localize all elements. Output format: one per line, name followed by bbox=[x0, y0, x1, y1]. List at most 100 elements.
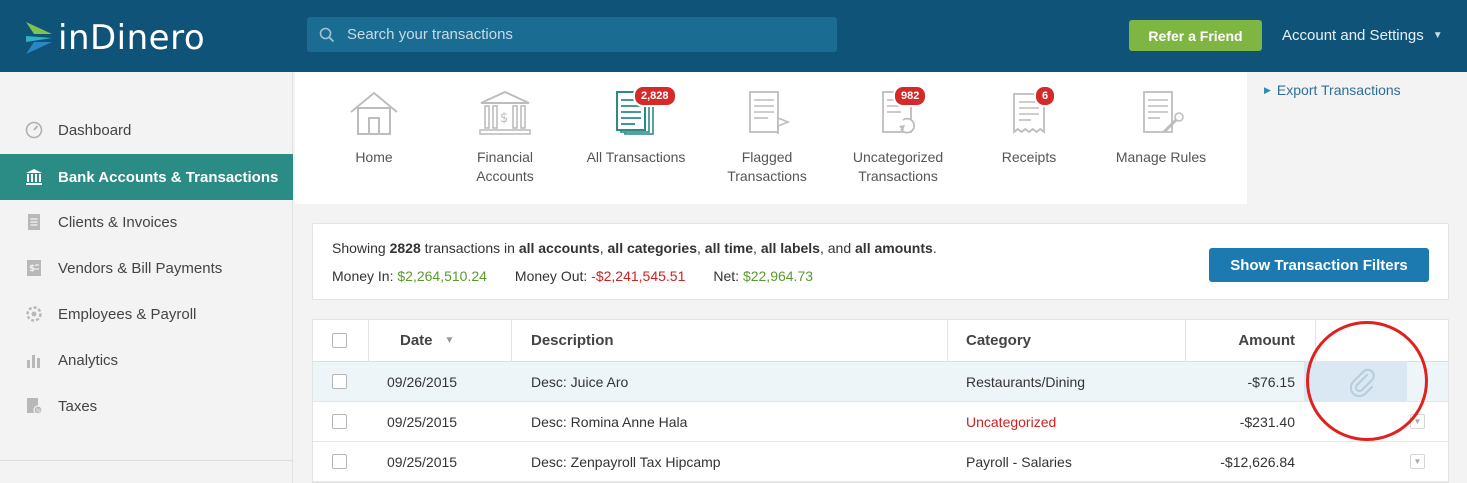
nav-tile-label: Financial bbox=[476, 149, 534, 165]
column-divider bbox=[368, 320, 369, 362]
nav-tile-label-line2: Transactions bbox=[727, 168, 807, 184]
nav-tile-receipts[interactable]: 6 Receipts bbox=[964, 85, 1094, 167]
account-settings-label: Account and Settings bbox=[1282, 27, 1424, 44]
amounts-filter-value: all amounts bbox=[855, 240, 933, 256]
nav-tile-label: Uncategorized bbox=[852, 149, 944, 165]
amount-column-header[interactable]: Amount bbox=[1185, 320, 1295, 361]
invoice-icon bbox=[24, 212, 44, 232]
refer-a-friend-button[interactable]: Refer a Friend bbox=[1129, 20, 1262, 51]
row-date: 09/25/2015 bbox=[387, 413, 458, 430]
select-all-checkbox[interactable] bbox=[332, 333, 347, 348]
flagged-document-icon bbox=[702, 88, 832, 136]
money-in-label: Money In: bbox=[332, 268, 398, 284]
row-category-uncategorized[interactable]: Uncategorized bbox=[966, 402, 1056, 441]
row-amount: -$12,626.84 bbox=[1220, 453, 1295, 470]
logo[interactable]: inDinero bbox=[24, 18, 205, 58]
sidebar-item-taxes[interactable]: % Taxes bbox=[0, 383, 293, 429]
export-transactions-label: Export Transactions bbox=[1276, 82, 1401, 98]
sidebar-item-label: Analytics bbox=[58, 351, 119, 369]
category-column-header[interactable]: Category bbox=[966, 320, 1031, 361]
nav-tile-financial-accounts[interactable]: $ Financial Accounts bbox=[440, 88, 570, 186]
column-divider bbox=[947, 320, 948, 362]
sidebar-item-analytics[interactable]: Analytics bbox=[0, 337, 293, 383]
nav-tile-label: Flagged bbox=[741, 149, 793, 165]
row-category[interactable]: Payroll - Salaries bbox=[966, 442, 1072, 481]
row-category[interactable]: Restaurants/Dining bbox=[966, 362, 1085, 401]
net-label: Net: bbox=[713, 268, 743, 284]
sidebar-divider bbox=[0, 460, 293, 461]
uncategorized-document-icon: 982 bbox=[833, 85, 963, 136]
date-column-header[interactable]: Date ▼ bbox=[400, 320, 454, 361]
nav-tile-home[interactable]: Home bbox=[309, 88, 439, 167]
row-select-cell bbox=[332, 362, 347, 401]
nav-tile-label: Manage Rules bbox=[1115, 149, 1207, 165]
sidebar-item-clients-invoices[interactable]: Clients & Invoices bbox=[0, 199, 293, 245]
rules-document-icon bbox=[1096, 88, 1226, 136]
account-settings-menu[interactable]: Account and Settings ▼ bbox=[1282, 27, 1443, 44]
home-icon bbox=[309, 88, 439, 136]
transactions-table: Date ▼ Description Category Amount 09/26/… bbox=[312, 319, 1449, 483]
description-column-header[interactable]: Description bbox=[531, 320, 614, 361]
date-header-label: Date bbox=[400, 332, 433, 349]
top-bar: inDinero Refer a Friend Account and Sett… bbox=[0, 0, 1467, 72]
nav-tile-label: Receipts bbox=[1001, 149, 1057, 165]
money-totals: Money In: $2,264,510.24 Money Out: -$2,2… bbox=[332, 268, 841, 284]
summary-text: , and bbox=[819, 240, 856, 256]
table-row[interactable]: 09/25/2015 Desc: Romina Anne Hala Uncate… bbox=[313, 402, 1448, 442]
table-row[interactable]: 09/26/2015 Desc: Juice Aro Restaurants/D… bbox=[313, 362, 1448, 402]
export-transactions-link[interactable]: ▶ Export Transactions bbox=[1264, 82, 1401, 98]
sidebar-item-label: Dashboard bbox=[58, 121, 132, 139]
search-input[interactable] bbox=[347, 26, 817, 43]
row-checkbox[interactable] bbox=[332, 414, 347, 429]
row-description: Desc: Romina Anne Hala bbox=[531, 413, 688, 430]
transaction-summary-panel: Showing 2828 transactions in all account… bbox=[312, 223, 1449, 300]
summary-text: transactions in bbox=[420, 240, 519, 256]
sidebar-item-label: Employees & Payroll bbox=[58, 305, 197, 323]
sidebar-item-employees-payroll[interactable]: Employees & Payroll bbox=[0, 291, 293, 337]
search-icon bbox=[307, 17, 347, 52]
row-checkbox[interactable] bbox=[332, 454, 347, 469]
column-divider bbox=[511, 320, 512, 362]
categories-filter-value: all categories bbox=[607, 240, 698, 256]
row-description: Desc: Juice Aro bbox=[531, 373, 629, 390]
nav-tile-label-line2: Transactions bbox=[858, 168, 938, 184]
row-date: 09/25/2015 bbox=[387, 453, 458, 470]
sidebar-item-label: Bank Accounts & Transactions bbox=[58, 168, 279, 186]
row-expand-cell: ▼ bbox=[1410, 442, 1425, 481]
sidebar-item-label: Vendors & Bill Payments bbox=[58, 259, 223, 277]
nav-tile-uncategorized-transactions[interactable]: 982 Uncategorized Transactions bbox=[833, 85, 963, 186]
money-out-label: Money Out: bbox=[514, 268, 592, 284]
row-amount: -$231.40 bbox=[1239, 413, 1295, 430]
sidebar-item-dashboard[interactable]: Dashboard bbox=[0, 107, 293, 153]
sidebar: Dashboard Bank Accounts & Transactions C… bbox=[0, 72, 293, 483]
chevron-down-icon[interactable]: ▼ bbox=[1410, 454, 1425, 469]
sidebar-item-bank-accounts[interactable]: Bank Accounts & Transactions bbox=[0, 154, 293, 200]
bank-icon bbox=[24, 167, 44, 187]
transactions-nav-panel: Home $ Financial Accounts 2,828 All Tran… bbox=[295, 72, 1247, 204]
table-row[interactable]: 09/25/2015 Desc: Zenpayroll Tax Hipcamp … bbox=[313, 442, 1448, 482]
sidebar-item-label: Taxes bbox=[58, 397, 98, 415]
net-value: $22,964.73 bbox=[742, 268, 814, 284]
row-checkbox[interactable] bbox=[332, 374, 347, 389]
payroll-icon bbox=[24, 304, 44, 324]
row-select-cell bbox=[332, 402, 347, 441]
search-bar[interactable] bbox=[307, 17, 837, 52]
show-transaction-filters-button[interactable]: Show Transaction Filters bbox=[1209, 248, 1429, 282]
sidebar-item-vendors-bills[interactable]: $ Vendors & Bill Payments bbox=[0, 245, 293, 291]
summary-text: Showing bbox=[332, 240, 390, 256]
money-in-value: $2,264,510.24 bbox=[397, 268, 487, 284]
money-out: Money Out: -$2,241,545.51 bbox=[515, 268, 685, 284]
nav-tile-label: All Transactions bbox=[586, 149, 686, 165]
triangle-right-icon: ▶ bbox=[1264, 84, 1271, 95]
nav-tile-flagged-transactions[interactable]: Flagged Transactions bbox=[702, 88, 832, 186]
bill-icon: $ bbox=[24, 258, 44, 278]
labels-filter-value: all labels bbox=[760, 240, 820, 256]
nav-tile-label-line2: Accounts bbox=[476, 168, 534, 184]
uncategorized-count-badge: 982 bbox=[893, 85, 928, 107]
summary-text: . bbox=[932, 240, 937, 256]
gauge-icon bbox=[24, 120, 44, 140]
documents-stack-icon: 2,828 bbox=[571, 85, 701, 136]
nav-tile-all-transactions[interactable]: 2,828 All Transactions bbox=[571, 85, 701, 167]
nav-tile-manage-rules[interactable]: Manage Rules bbox=[1096, 88, 1226, 167]
bank-building-icon: $ bbox=[440, 88, 570, 136]
